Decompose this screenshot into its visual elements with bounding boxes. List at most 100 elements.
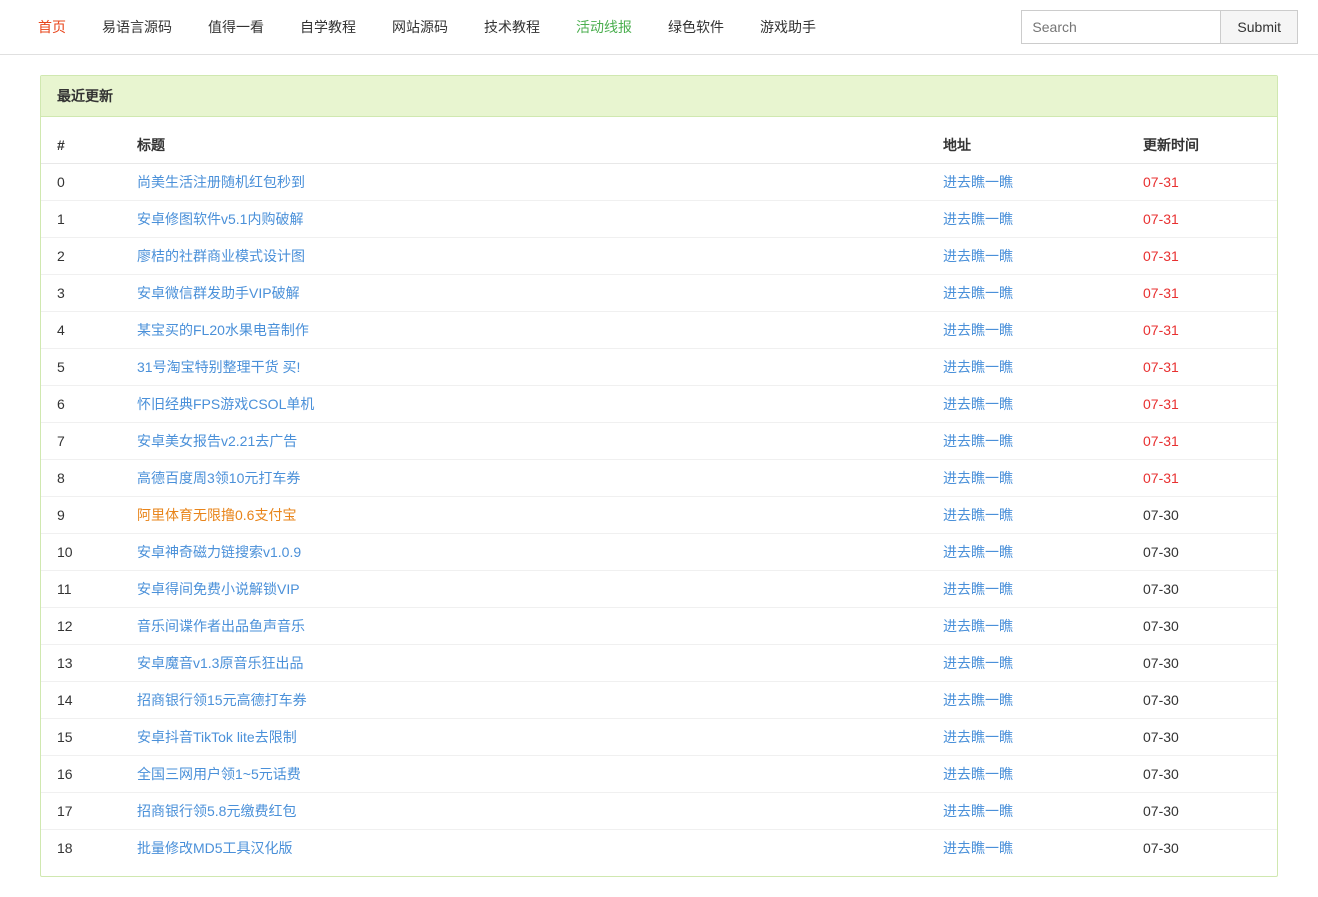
- cell-num: 0: [41, 164, 121, 201]
- nav-item-greensw[interactable]: 绿色软件: [650, 0, 742, 55]
- search-button[interactable]: Submit: [1221, 10, 1298, 44]
- title-link[interactable]: 某宝买的FL20水果电音制作: [137, 322, 309, 338]
- table-row: 4某宝买的FL20水果电音制作进去瞧一瞧07-31: [41, 312, 1277, 349]
- addr-link[interactable]: 进去瞧一瞧: [943, 618, 1013, 634]
- addr-link[interactable]: 进去瞧一瞧: [943, 692, 1013, 708]
- cell-num: 6: [41, 386, 121, 423]
- cell-num: 14: [41, 682, 121, 719]
- table-wrap: # 标题 地址 更新时间 0尚美生活注册随机红包秒到进去瞧一瞧07-311安卓修…: [41, 117, 1277, 876]
- title-link[interactable]: 音乐间谍作者出品鱼声音乐: [137, 618, 305, 634]
- table-row: 9阿里体育无限撸0.6支付宝进去瞧一瞧07-30: [41, 497, 1277, 534]
- title-link[interactable]: 安卓魔音v1.3原音乐狂出品: [137, 655, 303, 671]
- cell-title: 尚美生活注册随机红包秒到: [121, 164, 927, 201]
- cell-addr: 进去瞧一瞧: [927, 349, 1127, 386]
- title-link[interactable]: 招商银行领15元高德打车券: [137, 692, 307, 708]
- search-area: Submit: [1021, 10, 1298, 44]
- cell-date: 07-31: [1127, 423, 1277, 460]
- title-link[interactable]: 安卓微信群发助手VIP破解: [137, 285, 300, 301]
- title-link[interactable]: 安卓美女报告v2.21去广告: [137, 433, 297, 449]
- table-row: 0 尚美生活注册随机红包秒到 进去瞧一瞧 07-31: [41, 164, 1277, 201]
- title-link[interactable]: 高德百度周3领10元打车券: [137, 470, 300, 486]
- nav-item-gamehelper[interactable]: 游戏助手: [742, 0, 834, 55]
- cell-date: 07-31: [1127, 164, 1277, 201]
- nav-item-activities[interactable]: 活动线报: [558, 0, 650, 55]
- cell-title: 音乐间谍作者出品鱼声音乐: [121, 608, 927, 645]
- table-row: 13安卓魔音v1.3原音乐狂出品进去瞧一瞧07-30: [41, 645, 1277, 682]
- addr-link[interactable]: 进去瞧一瞧: [943, 803, 1013, 819]
- addr-link[interactable]: 进去瞧一瞧: [943, 840, 1013, 856]
- cell-title: 招商银行领5.8元缴费红包: [121, 793, 927, 830]
- addr-link[interactable]: 进去瞧一瞧: [943, 729, 1013, 745]
- addr-link[interactable]: 进去瞧一瞧: [943, 396, 1013, 412]
- addr-link[interactable]: 进去瞧一瞧: [943, 655, 1013, 671]
- cell-num: 1: [41, 201, 121, 238]
- title-link[interactable]: 安卓修图软件v5.1内购破解: [137, 211, 303, 227]
- cell-num: 15: [41, 719, 121, 756]
- addr-link[interactable]: 进去瞧一瞧: [943, 248, 1013, 264]
- table-row: 17招商银行领5.8元缴费红包进去瞧一瞧07-30: [41, 793, 1277, 830]
- cell-num: 4: [41, 312, 121, 349]
- cell-addr: 进去瞧一瞧: [927, 830, 1127, 867]
- table-row: 7 安卓美女报告v2.21去广告 进去瞧一瞧 07-31: [41, 423, 1277, 460]
- cell-title: 安卓得间免费小说解锁VIP: [121, 571, 927, 608]
- cell-date: 07-30: [1127, 497, 1277, 534]
- addr-link[interactable]: 进去瞧一瞧: [943, 174, 1013, 190]
- table-row: 6怀旧经典FPS游戏CSOL单机进去瞧一瞧07-31: [41, 386, 1277, 423]
- title-link[interactable]: 批量修改MD5工具汉化版: [137, 840, 293, 856]
- cell-title: 全国三网用户领1~5元话费: [121, 756, 927, 793]
- cell-title: 安卓微信群发助手VIP破解: [121, 275, 927, 312]
- title-link[interactable]: 尚美生活注册随机红包秒到: [137, 174, 305, 190]
- cell-addr: 进去瞧一瞧: [927, 793, 1127, 830]
- table-row: 10安卓神奇磁力链搜索v1.0.9进去瞧一瞧07-30: [41, 534, 1277, 571]
- cell-num: 17: [41, 793, 121, 830]
- table-row: 5 31号淘宝特别整理干货 买! 进去瞧一瞧 07-31: [41, 349, 1277, 386]
- nav: 首页 易语言源码 值得一看 自学教程 网站源码 技术教程 活动线报 绿色软件 游…: [20, 0, 1021, 55]
- col-header-num: #: [41, 127, 121, 164]
- addr-link[interactable]: 进去瞧一瞧: [943, 359, 1013, 375]
- cell-num: 16: [41, 756, 121, 793]
- addr-link[interactable]: 进去瞧一瞧: [943, 211, 1013, 227]
- nav-item-tutorials[interactable]: 自学教程: [282, 0, 374, 55]
- col-header-date: 更新时间: [1127, 127, 1277, 164]
- title-link[interactable]: 全国三网用户领1~5元话费: [137, 766, 301, 782]
- title-link[interactable]: 阿里体育无限撸0.6支付宝: [137, 507, 296, 523]
- cell-date: 07-31: [1127, 275, 1277, 312]
- addr-link[interactable]: 进去瞧一瞧: [943, 470, 1013, 486]
- addr-link[interactable]: 进去瞧一瞧: [943, 433, 1013, 449]
- table-row: 18 批量修改MD5工具汉化版 进去瞧一瞧 07-30: [41, 830, 1277, 867]
- cell-addr: 进去瞧一瞧: [927, 238, 1127, 275]
- cell-num: 7: [41, 423, 121, 460]
- title-link[interactable]: 安卓得间免费小说解锁VIP: [137, 581, 300, 597]
- cell-addr: 进去瞧一瞧: [927, 608, 1127, 645]
- nav-item-techtutor[interactable]: 技术教程: [466, 0, 558, 55]
- addr-link[interactable]: 进去瞧一瞧: [943, 285, 1013, 301]
- table-row: 12音乐间谍作者出品鱼声音乐进去瞧一瞧07-30: [41, 608, 1277, 645]
- addr-link[interactable]: 进去瞧一瞧: [943, 766, 1013, 782]
- nav-item-home[interactable]: 首页: [20, 0, 84, 55]
- nav-item-websrc[interactable]: 网站源码: [374, 0, 466, 55]
- cell-date: 07-30: [1127, 830, 1277, 867]
- nav-item-eylang[interactable]: 易语言源码: [84, 0, 190, 55]
- addr-link[interactable]: 进去瞧一瞧: [943, 544, 1013, 560]
- cell-num: 5: [41, 349, 121, 386]
- cell-num: 10: [41, 534, 121, 571]
- cell-date: 07-30: [1127, 682, 1277, 719]
- title-link[interactable]: 廖桔的社群商业模式设计图: [137, 248, 305, 264]
- title-link[interactable]: 安卓抖音TikTok lite去限制: [137, 729, 297, 745]
- title-link[interactable]: 怀旧经典FPS游戏CSOL单机: [137, 396, 314, 412]
- addr-link[interactable]: 进去瞧一瞧: [943, 322, 1013, 338]
- title-link[interactable]: 安卓神奇磁力链搜索v1.0.9: [137, 544, 301, 560]
- search-input[interactable]: [1021, 10, 1221, 44]
- cell-date: 07-31: [1127, 349, 1277, 386]
- addr-link[interactable]: 进去瞧一瞧: [943, 507, 1013, 523]
- cell-addr: 进去瞧一瞧: [927, 201, 1127, 238]
- cell-title: 怀旧经典FPS游戏CSOL单机: [121, 386, 927, 423]
- cell-num: 3: [41, 275, 121, 312]
- nav-item-worthsee[interactable]: 值得一看: [190, 0, 282, 55]
- cell-num: 18: [41, 830, 121, 867]
- title-link[interactable]: 31号淘宝特别整理干货 买!: [137, 359, 300, 375]
- cell-addr: 进去瞧一瞧: [927, 497, 1127, 534]
- addr-link[interactable]: 进去瞧一瞧: [943, 581, 1013, 597]
- updates-table: # 标题 地址 更新时间 0尚美生活注册随机红包秒到进去瞧一瞧07-311安卓修…: [41, 127, 1277, 866]
- title-link[interactable]: 招商银行领5.8元缴费红包: [137, 803, 296, 819]
